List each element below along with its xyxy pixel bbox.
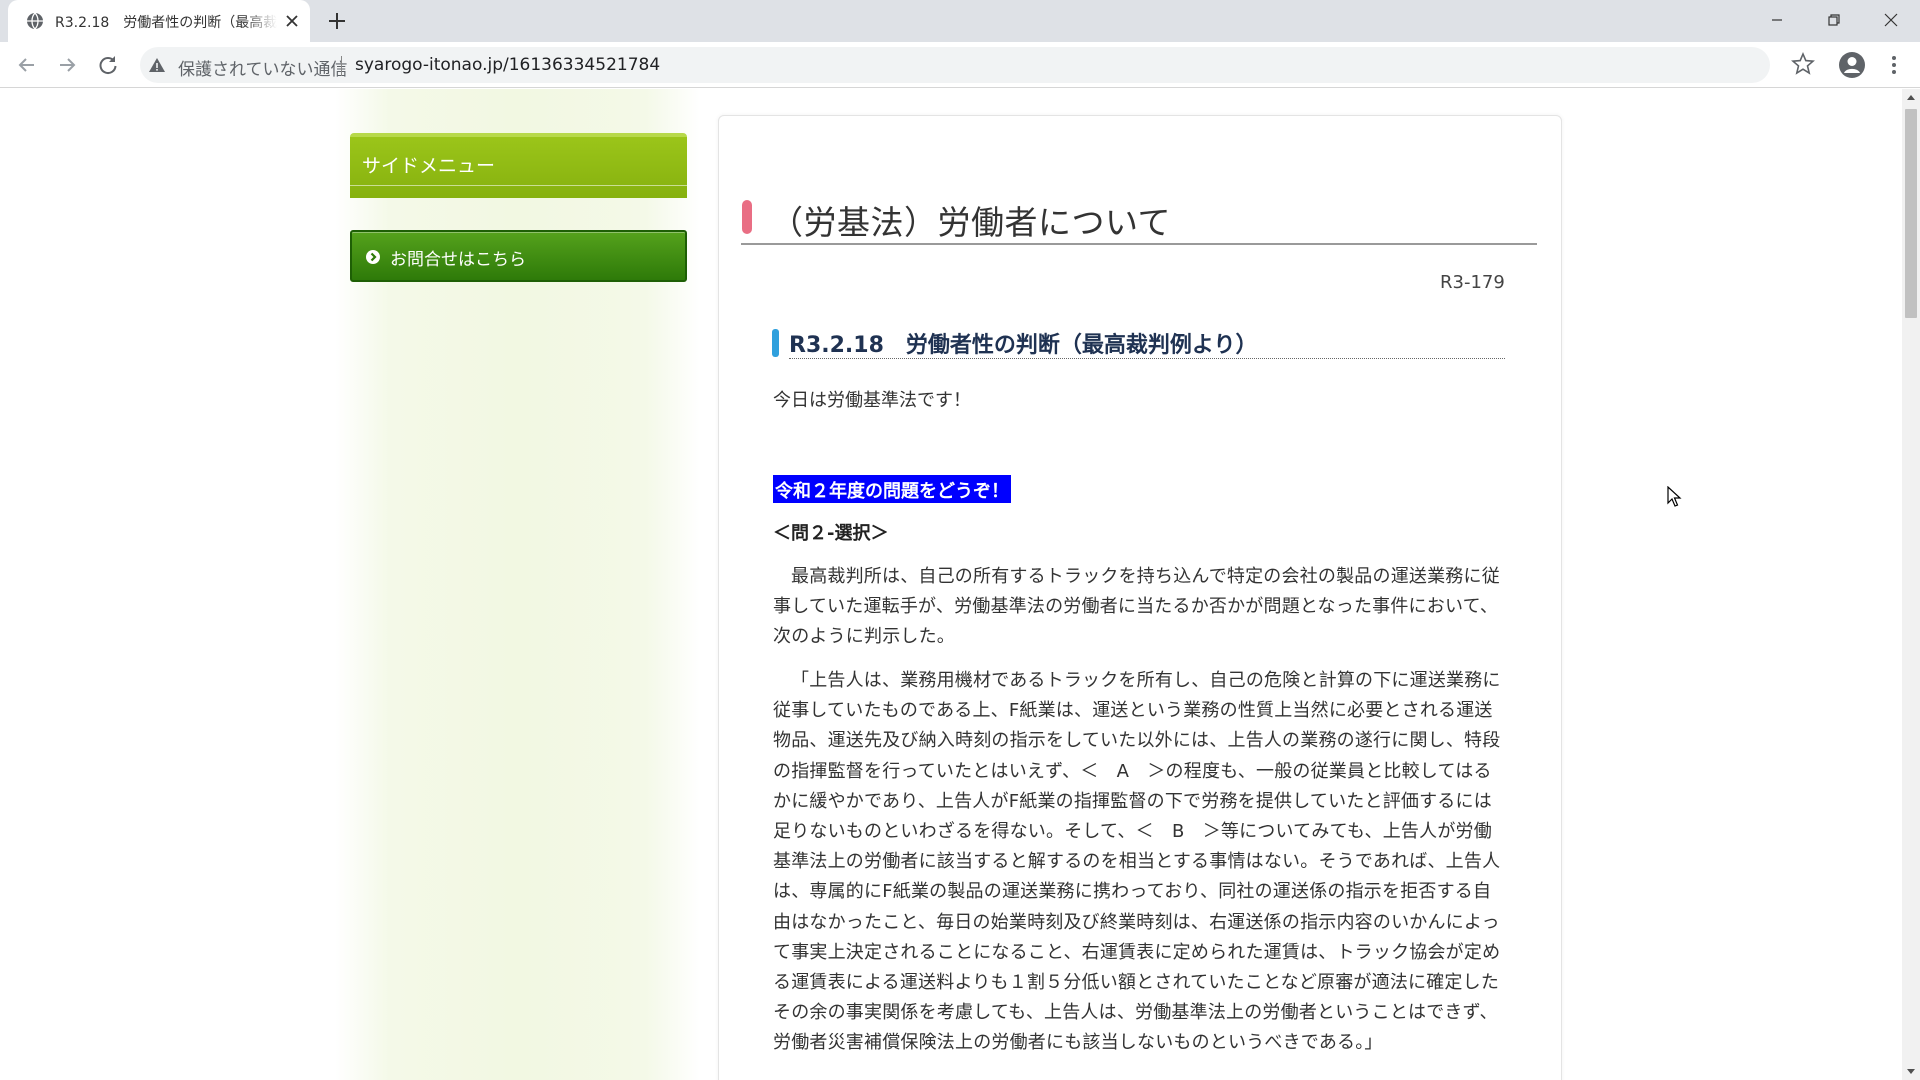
arrow-circle-icon bbox=[365, 249, 381, 265]
tab-title: R3.2.18 労働者性の判断（最高裁判例より） bbox=[55, 15, 277, 31]
globe-icon bbox=[26, 12, 44, 30]
article-heading: R3.2.18 労働者性の判断（最高裁判例より） bbox=[789, 333, 1258, 358]
page-scrollbar[interactable] bbox=[1902, 89, 1920, 1080]
kebab-menu-icon[interactable] bbox=[1883, 52, 1905, 78]
sidebar-header: サイドメニュー bbox=[350, 133, 687, 198]
heading-divider bbox=[789, 358, 1505, 359]
profile-icon[interactable] bbox=[1837, 50, 1867, 80]
page-viewport: サイドメニュー お問合せはこちら （労基法）労働者について R3-179 R3.… bbox=[0, 89, 1902, 1080]
scroll-up-icon[interactable] bbox=[1907, 95, 1915, 100]
new-tab-icon[interactable] bbox=[326, 10, 348, 32]
window-close-icon[interactable] bbox=[1879, 8, 1903, 32]
question-label: ＜問２-選択＞ bbox=[773, 523, 889, 544]
url-text[interactable]: syarogo-itonao.jp/16136334521784 bbox=[355, 55, 660, 75]
title-accent-bar bbox=[742, 200, 752, 234]
address-divider bbox=[341, 56, 342, 76]
address-bar[interactable]: 保護されていない通信 syarogo-itonao.jp/16136334521… bbox=[140, 47, 1770, 83]
intro-text: 今日は労働基準法です！ bbox=[773, 390, 971, 411]
scrollbar-thumb[interactable] bbox=[1905, 109, 1917, 318]
article-paragraph: 最高裁判所は、自己の所有するトラックを持ち込んで特定の会社の製品の運送業務に従事… bbox=[773, 566, 1500, 648]
browser-toolbar: 保護されていない通信 syarogo-itonao.jp/16136334521… bbox=[0, 42, 1920, 88]
restore-icon[interactable] bbox=[1822, 8, 1846, 32]
title-divider bbox=[741, 243, 1537, 245]
star-icon[interactable] bbox=[1790, 51, 1816, 77]
minimize-icon[interactable] bbox=[1765, 8, 1789, 32]
highlighted-text: 令和２年度の問題をどうぞ！ bbox=[773, 475, 1011, 503]
browser-tab[interactable]: R3.2.18 労働者性の判断（最高裁判例より） bbox=[8, 0, 310, 42]
reload-icon[interactable] bbox=[94, 51, 122, 79]
article-paragraph: 「上告人は、業務用機材であるトラックを所有し、自己の危険と計算の下に運送業務に従… bbox=[773, 670, 1501, 1054]
contact-button-label: お問合せはこちら bbox=[390, 250, 526, 270]
heading-accent-bar bbox=[772, 329, 779, 357]
sidebar-header-divider bbox=[350, 185, 687, 186]
warning-icon[interactable] bbox=[148, 56, 166, 74]
mouse-cursor-icon bbox=[1667, 485, 1683, 508]
page-title: （労基法）労働者について bbox=[770, 203, 1172, 242]
back-icon[interactable] bbox=[13, 51, 41, 79]
contact-button[interactable]: お問合せはこちら bbox=[350, 230, 687, 282]
article-id: R3-179 bbox=[1440, 272, 1505, 293]
tab-strip: R3.2.18 労働者性の判断（最高裁判例より） bbox=[0, 0, 1920, 42]
security-label[interactable]: 保護されていない通信 bbox=[178, 55, 348, 80]
scroll-down-icon[interactable] bbox=[1907, 1069, 1915, 1074]
forward-icon[interactable] bbox=[53, 51, 81, 79]
tab-close-icon[interactable] bbox=[283, 12, 301, 30]
sidebar-header-label: サイドメニュー bbox=[362, 155, 496, 177]
